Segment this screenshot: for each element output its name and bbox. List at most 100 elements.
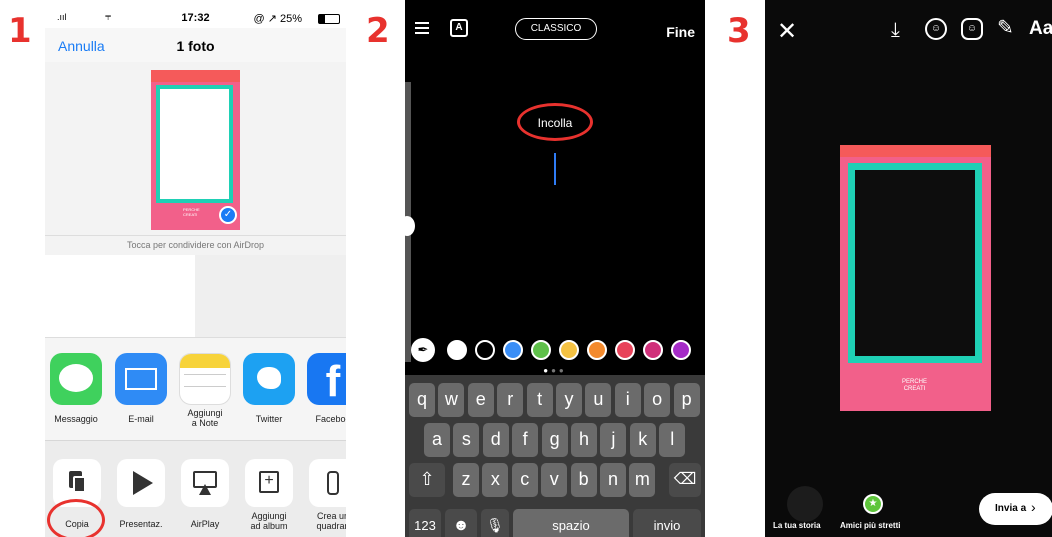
selected-photo-thumbnail[interactable]: PERCHE CREATI ✓	[151, 70, 240, 230]
status-battery-text: @ ↗ 25%	[253, 13, 302, 25]
app-label-messages: Messaggio	[54, 414, 98, 424]
text-cursor	[554, 153, 556, 185]
mail-app-icon[interactable]	[115, 353, 167, 405]
letter-key[interactable]: i	[614, 383, 641, 417]
chevron-right-icon: ›	[1031, 499, 1036, 515]
color-swatch[interactable]	[587, 340, 607, 360]
letter-key[interactable]: x	[482, 463, 509, 497]
your-story-avatar[interactable]	[787, 486, 823, 522]
story-preview-screen: ✕ ⤓ ☺ ☺ ✎ Aa PERCHE CREATI La tua storia …	[765, 0, 1052, 537]
send-to-label: Invia a	[995, 503, 1027, 514]
color-swatch[interactable]	[615, 340, 635, 360]
letter-key[interactable]: c	[511, 463, 538, 497]
airdrop-area	[195, 255, 346, 337]
shift-key[interactable]: ⇧	[409, 463, 445, 497]
color-swatch[interactable]	[643, 340, 663, 360]
twitter-app-icon[interactable]	[243, 353, 295, 405]
letter-key[interactable]: k	[629, 423, 656, 457]
keyboard: ⇧ ⌫ 123 ☻ 🎙 spazio invio qwertyuiop asdfg…	[405, 375, 705, 537]
letter-key[interactable]: p	[673, 383, 700, 417]
text-tool-button[interactable]: Aa	[1029, 19, 1052, 38]
size-slider-handle[interactable]	[405, 216, 415, 236]
letter-key[interactable]: b	[570, 463, 597, 497]
download-icon[interactable]: ⤓	[891, 20, 900, 40]
emoji-key[interactable]: ☻	[445, 509, 477, 537]
letter-key[interactable]: a	[424, 423, 450, 457]
space-key[interactable]: spazio	[513, 509, 629, 537]
story-logo: PERCHE CREATI	[902, 379, 928, 392]
slideshow-button[interactable]	[117, 459, 165, 507]
letter-key[interactable]: s	[453, 423, 480, 457]
letter-key[interactable]: o	[644, 383, 671, 417]
backspace-key[interactable]: ⌫	[669, 463, 701, 497]
letter-key[interactable]: j	[600, 423, 627, 457]
page-title: 1 foto	[176, 38, 215, 54]
font-pill-button[interactable]: CLASSICO	[515, 18, 597, 40]
letter-key[interactable]: z	[453, 463, 479, 497]
letter-key[interactable]: m	[629, 463, 656, 497]
letter-key[interactable]: y	[556, 383, 582, 417]
photo-frame	[156, 85, 233, 203]
story-image: PERCHE CREATI	[840, 145, 991, 411]
paste-bubble[interactable]: Incolla	[517, 116, 593, 130]
app-label-facebook: Faceboo	[315, 414, 346, 424]
app-label-twitter: Twitter	[255, 414, 283, 424]
color-swatch[interactable]	[559, 340, 579, 360]
done-button[interactable]: Fine	[666, 24, 695, 40]
color-swatch[interactable]	[447, 340, 467, 360]
eyedropper-icon[interactable]: ✒	[411, 338, 435, 362]
letter-key[interactable]: t	[526, 383, 553, 417]
step-number-1: 1	[8, 11, 32, 51]
add-to-album-button[interactable]: +	[245, 459, 293, 507]
letter-key[interactable]: f	[512, 423, 539, 457]
battery-icon	[318, 14, 340, 24]
letter-key[interactable]: v	[541, 463, 568, 497]
letter-key[interactable]: d	[482, 423, 509, 457]
return-key[interactable]: invio	[633, 509, 701, 537]
letter-key[interactable]: g	[541, 423, 568, 457]
story-frame	[848, 163, 982, 363]
notes-app-icon[interactable]	[179, 353, 231, 405]
font-style-button[interactable]: A	[450, 19, 468, 37]
photo-logo: PERCHE CREATI	[183, 207, 200, 217]
color-swatch[interactable]	[671, 340, 691, 360]
send-to-button[interactable]: Invia a ›	[979, 493, 1052, 525]
action-label-add-album: Aggiungi ad album	[250, 511, 288, 531]
watch-face-button[interactable]	[309, 459, 346, 507]
action-label-watch-face: Crea un quadran	[316, 511, 346, 531]
facebook-app-icon[interactable]: f	[307, 353, 346, 406]
numbers-key[interactable]: 123	[409, 509, 441, 537]
story-text-editor-screen: A CLASSICO Fine Incolla ✒ ●●● ⇧ ⌫ 123 ☻ …	[405, 0, 705, 537]
color-swatch[interactable]	[531, 340, 551, 360]
letter-key[interactable]: n	[600, 463, 626, 497]
sticker-icon[interactable]: ☺	[961, 18, 983, 40]
close-icon[interactable]: ✕	[777, 20, 797, 44]
status-bar: .ııl ⫧ 17:32 @ ↗ 25%	[45, 11, 346, 26]
action-row: Copia Presentaz. AirPlay + Aggiungi ad a…	[45, 440, 346, 537]
star-icon[interactable]: ★	[863, 494, 883, 514]
color-swatch[interactable]	[475, 340, 495, 360]
letter-key[interactable]: u	[585, 383, 612, 417]
app-label-notes: Aggiungi a Note	[187, 408, 223, 428]
action-label-slideshow: Presentaz.	[119, 519, 163, 529]
airdrop-hint: Tocca per condividere con AirDrop	[45, 235, 346, 255]
draw-icon[interactable]: ✎	[997, 18, 1014, 38]
letter-key[interactable]: q	[409, 383, 435, 417]
text-align-icon[interactable]	[415, 22, 429, 34]
letter-key[interactable]: r	[497, 383, 524, 417]
action-label-airplay: AirPlay	[190, 519, 220, 529]
letter-key[interactable]: e	[467, 383, 494, 417]
microphone-icon[interactable]: 🎙	[481, 509, 509, 537]
share-sheet-screen: .ııl ⫧ 17:32 @ ↗ 25% Annulla 1 foto PERC…	[45, 0, 346, 537]
letter-key[interactable]: l	[659, 423, 686, 457]
your-story-label: La tua storia	[773, 521, 821, 530]
step-number-3: 3	[727, 11, 751, 51]
airplay-button[interactable]	[181, 459, 229, 507]
close-friends-label: Amici più stretti	[840, 521, 901, 530]
app-label-email: E-mail	[128, 414, 154, 424]
messages-app-icon[interactable]	[50, 353, 102, 405]
letter-key[interactable]: w	[438, 383, 465, 417]
face-effects-icon[interactable]: ☺	[925, 18, 947, 40]
letter-key[interactable]: h	[571, 423, 597, 457]
color-swatch[interactable]	[503, 340, 523, 360]
